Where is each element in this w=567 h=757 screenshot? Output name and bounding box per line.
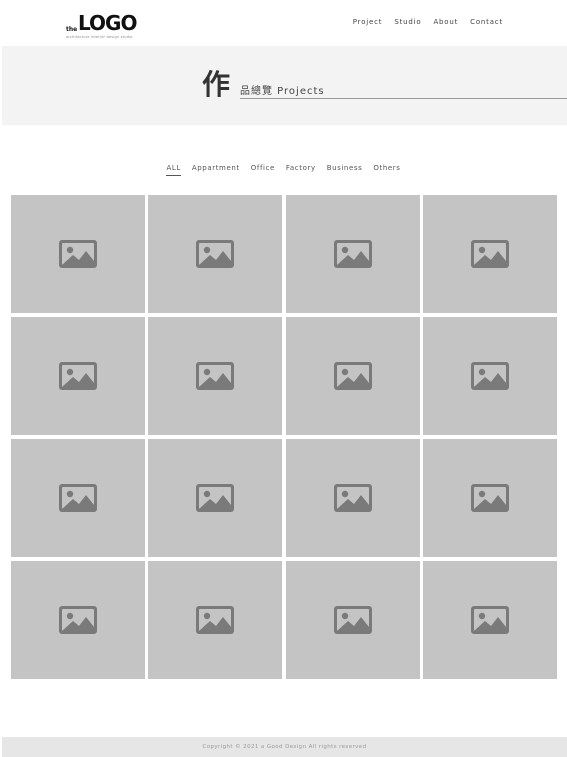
project-grid bbox=[11, 195, 557, 679]
logo-tagline: architecture interior design studio bbox=[66, 35, 133, 39]
title-underline bbox=[240, 98, 567, 99]
project-tile[interactable] bbox=[285, 561, 420, 679]
page-title-char: 作 bbox=[202, 68, 231, 101]
image-placeholder-icon bbox=[470, 606, 509, 634]
site-header: the LOGO architecture interior design st… bbox=[0, 0, 567, 46]
project-tile[interactable] bbox=[285, 439, 420, 557]
image-placeholder-icon bbox=[470, 362, 509, 390]
logo-prefix: the bbox=[66, 26, 78, 33]
site-footer: Copyright © 2021 a Good Design All right… bbox=[2, 737, 567, 757]
image-placeholder-icon bbox=[196, 484, 235, 512]
filter-appartment[interactable]: Appartment bbox=[192, 164, 240, 176]
image-placeholder-icon bbox=[196, 362, 235, 390]
project-tile[interactable] bbox=[422, 195, 557, 313]
project-tile[interactable] bbox=[422, 439, 557, 557]
image-placeholder-icon bbox=[59, 362, 97, 390]
nav-about[interactable]: About bbox=[433, 18, 458, 26]
page-title: 品總覽 Projects bbox=[240, 86, 325, 97]
project-tile[interactable] bbox=[148, 561, 283, 679]
project-tile[interactable] bbox=[148, 195, 283, 313]
project-tile[interactable] bbox=[11, 561, 145, 679]
image-placeholder-icon bbox=[333, 484, 372, 512]
filter-office[interactable]: Office bbox=[251, 164, 275, 176]
image-placeholder-icon bbox=[470, 484, 509, 512]
project-tile[interactable] bbox=[11, 317, 145, 435]
category-filters: ALL Appartment Office Factory Business O… bbox=[0, 164, 567, 176]
image-placeholder-icon bbox=[196, 240, 235, 268]
nav-studio[interactable]: Studio bbox=[394, 18, 421, 26]
filter-factory[interactable]: Factory bbox=[286, 164, 316, 176]
image-placeholder-icon bbox=[59, 240, 97, 268]
project-tile[interactable] bbox=[11, 195, 145, 313]
image-placeholder-icon bbox=[59, 484, 97, 512]
image-placeholder-icon bbox=[196, 606, 235, 634]
image-placeholder-icon bbox=[333, 240, 372, 268]
main-nav: Project Studio About Contact bbox=[353, 18, 503, 26]
nav-project[interactable]: Project bbox=[353, 18, 383, 26]
image-placeholder-icon bbox=[333, 362, 372, 390]
filter-others[interactable]: Others bbox=[373, 164, 400, 176]
project-tile[interactable] bbox=[285, 195, 420, 313]
image-placeholder-icon bbox=[333, 606, 372, 634]
nav-contact[interactable]: Contact bbox=[470, 18, 503, 26]
project-tile[interactable] bbox=[422, 561, 557, 679]
logo-text: LOGO bbox=[78, 11, 137, 35]
project-tile[interactable] bbox=[148, 439, 283, 557]
project-tile[interactable] bbox=[285, 317, 420, 435]
image-placeholder-icon bbox=[470, 240, 509, 268]
project-tile[interactable] bbox=[148, 317, 283, 435]
logo[interactable]: the LOGO architecture interior design st… bbox=[66, 11, 146, 42]
filter-business[interactable]: Business bbox=[327, 164, 363, 176]
project-tile[interactable] bbox=[422, 317, 557, 435]
project-tile[interactable] bbox=[11, 439, 145, 557]
filter-all[interactable]: ALL bbox=[166, 164, 181, 176]
image-placeholder-icon bbox=[59, 606, 97, 634]
copyright-text: Copyright © 2021 a Good Design All right… bbox=[202, 744, 367, 750]
page-title-banner: 作 品總覽 Projects bbox=[2, 46, 567, 125]
